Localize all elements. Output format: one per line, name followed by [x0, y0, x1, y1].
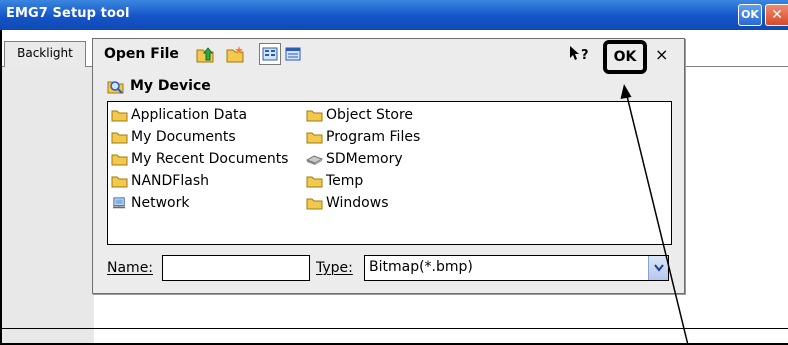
open-file-dialog: Open File ? OK × My Device Application D…: [92, 38, 685, 294]
folder-icon: [306, 198, 323, 209]
folder-icon: [111, 176, 128, 187]
help-button[interactable]: ?: [569, 45, 589, 63]
list-item-windows[interactable]: Windows: [306, 194, 389, 212]
type-dropdown-button[interactable]: [648, 256, 668, 280]
dialog-ok-button[interactable]: OK: [603, 40, 647, 74]
details-view-icon[interactable]: [282, 43, 304, 65]
up-folder-icon[interactable]: [194, 43, 216, 65]
type-select[interactable]: Bitmap(*.bmp): [364, 255, 669, 281]
type-label: Type:: [316, 260, 353, 276]
window-title: EMG7 Setup tool: [6, 6, 130, 21]
list-item-application-data[interactable]: Application Data: [111, 106, 247, 124]
folder-icon: [111, 132, 128, 143]
tab-backlight[interactable]: Backlight: [4, 41, 86, 67]
folder-icon: [306, 132, 323, 143]
network-icon: [113, 196, 126, 208]
folder-icon: [111, 154, 128, 165]
name-field[interactable]: [162, 255, 310, 281]
file-list[interactable]: Application Data My Documents My Recent …: [107, 101, 672, 245]
new-folder-icon[interactable]: [224, 43, 246, 65]
window-close-button[interactable]: ✕: [765, 4, 788, 26]
list-item-my-documents[interactable]: My Documents: [111, 128, 236, 146]
storage-card-icon: [306, 154, 323, 165]
dialog-close-button[interactable]: ×: [655, 45, 668, 64]
name-label: Name:: [107, 260, 154, 276]
dialog-title: Open File: [104, 46, 179, 62]
title-bar: EMG7 Setup tool OK ✕: [0, 0, 788, 30]
folder-icon: [306, 176, 323, 187]
list-item-my-recent-documents[interactable]: My Recent Documents: [111, 150, 288, 168]
list-item-program-files[interactable]: Program Files: [306, 128, 420, 146]
location-header: My Device: [107, 78, 211, 94]
list-item-nandflash[interactable]: NANDFlash: [111, 172, 209, 190]
device-search-icon: [107, 81, 124, 94]
window-ok-button[interactable]: OK: [738, 4, 762, 26]
cursor-arrow-icon: [570, 46, 579, 60]
panel-divider: [2, 328, 788, 329]
list-view-icon[interactable]: [259, 43, 281, 65]
folder-icon: [111, 110, 128, 121]
location-label: My Device: [130, 78, 211, 94]
list-item-network[interactable]: Network: [111, 194, 189, 212]
help-icon: ?: [581, 48, 589, 63]
type-selected-value: Bitmap(*.bmp): [369, 259, 473, 275]
chevron-down-icon: [653, 264, 664, 272]
list-item-temp[interactable]: Temp: [306, 172, 363, 190]
list-item-sdmemory[interactable]: SDMemory: [306, 150, 403, 168]
list-item-object-store[interactable]: Object Store: [306, 106, 413, 124]
folder-icon: [306, 110, 323, 121]
tab-page: [2, 67, 94, 343]
